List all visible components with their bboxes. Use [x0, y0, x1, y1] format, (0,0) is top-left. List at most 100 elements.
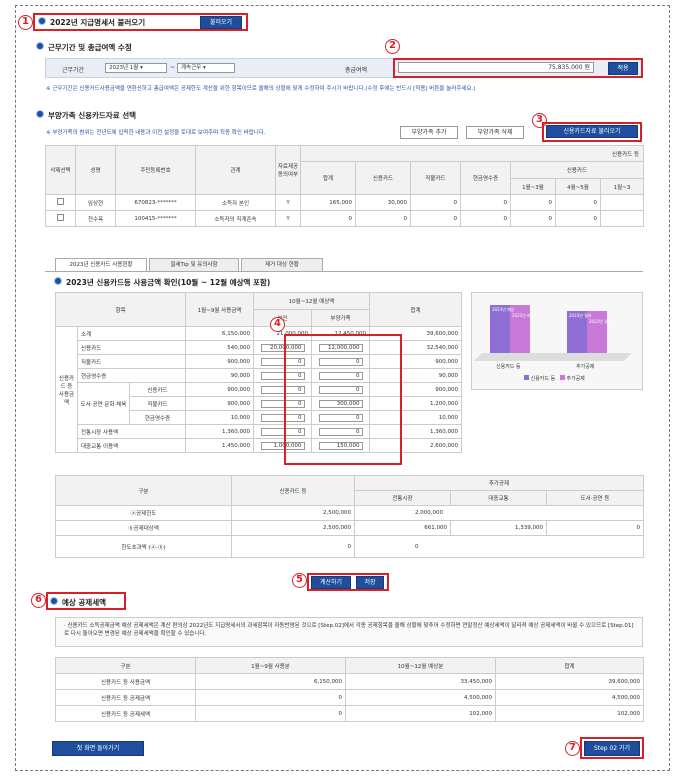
row-label: ⓐ공제한도 [55, 505, 232, 521]
badge-4: 4 [270, 317, 285, 332]
cell-used: 540,000 [185, 340, 255, 355]
cell-transit: 0 [353, 535, 645, 558]
step2-button[interactable]: Step 02 가기 [584, 741, 640, 756]
section-bullet-icon [50, 597, 58, 605]
row-checkbox[interactable] [57, 214, 64, 221]
save-button[interactable]: 저장 [356, 576, 384, 589]
row-checkbox[interactable] [57, 198, 64, 205]
legend-label: 신용카드 등 [530, 376, 556, 382]
row-sublabel: 신용카드 [128, 382, 187, 397]
col-family: 부양가족 [311, 309, 371, 327]
col-credit: 신용카드 등 [231, 475, 355, 506]
calculate-button[interactable]: 계산하기 [311, 576, 351, 589]
chart-legend: 신용카드 등 추가공제 [524, 375, 585, 382]
cell-debit: 0 [410, 210, 461, 227]
cell-transit: 1,339,000 [450, 520, 547, 536]
table-row: 신용카드 등 사용금액 6,150,000 33,450,000 39,600,… [55, 673, 644, 690]
col-id: 주민등록번호 [115, 145, 196, 195]
chart-axis-label: 추가공제 [576, 364, 595, 370]
tab-exclusions[interactable]: 제거 대상 현황 [241, 258, 323, 271]
row-label: 소계 [76, 326, 187, 341]
section-bullet-icon [36, 42, 44, 50]
row-label: 신용카드 등 사용금액 [55, 673, 196, 690]
col-debit: 직불카드 [410, 161, 461, 195]
col-expected: 10월~12월 예상액 [253, 292, 371, 310]
row-label: 신용카드 등 공제세액 [55, 705, 196, 722]
section-bullet-icon [54, 277, 62, 285]
table-row: 신용카드 등 공제금액 0 4,500,000 4,500,000 [55, 689, 644, 706]
apply-button[interactable]: 적용 [608, 62, 638, 75]
table-row: ⓐ공제한도 2,500,000 2,000,000 [55, 505, 645, 521]
salary-label: 총급여액 [345, 67, 368, 74]
col-used: 1월~9월 사용금액 [185, 292, 255, 327]
section-bullet-icon [38, 17, 46, 25]
col-item: 구분 [55, 475, 232, 506]
cell-id: 100415-******* [115, 210, 196, 227]
row-label: ⓑ공제대상액 [55, 520, 232, 536]
cell-book: 0 [545, 520, 645, 536]
cell-credit: 2,500,000 [231, 520, 355, 536]
section-title-usage: 2023년 신용카드등 사용금액 확인(10월 ~ 12월 예상액 포함) [66, 278, 271, 287]
deduction-table: 구분 신용카드 등 추가공제 전통시장 대중교통 도서·공연 등 ⓐ공제한도 2… [55, 475, 645, 558]
dependents-note: ※ 부양가족의 범위는 전년도에 입력한 내용과 이전 설정을 토대로 보여주며… [46, 130, 266, 136]
cell-relation: 소득자 본인 [195, 194, 276, 211]
cell-market: 661,000 [354, 520, 451, 536]
badge-1: 1 [18, 15, 33, 30]
col-transit: 대중교통 [450, 490, 547, 506]
back-to-home-button[interactable]: 첫 화면 돌아가기 [52, 741, 144, 756]
row-label: 신용카드 등 공제금액 [55, 689, 196, 706]
section-title-expected-tax: 예상 공제세액 [62, 598, 107, 607]
col-select: 삭제선택 [45, 145, 76, 195]
col-credit2: 신용카드 [509, 161, 645, 179]
cell-m45: 0 [555, 194, 601, 211]
col-item: 항목 [54, 292, 187, 327]
row-sublabel: 현금영수증 [128, 410, 187, 425]
chart-bar-label: 2022년 예상 [512, 313, 535, 318]
badge-5: 5 [292, 573, 307, 588]
tab-tips[interactable]: 절세Tip 및 유의사항 [149, 258, 239, 271]
cell-used: 0 [195, 705, 346, 722]
add-dependent-button[interactable]: 부양가족 추가 [400, 126, 458, 139]
cell-consent: Y [275, 194, 301, 211]
cell-used: 900,000 [185, 382, 255, 397]
col-m1x: 1월~3 [599, 178, 645, 195]
cell-used: 1,450,000 [185, 438, 255, 453]
end-month-select[interactable]: 계속근무 ▾ [177, 63, 235, 73]
cell-expected: 4,500,000 [345, 689, 496, 706]
salary-input[interactable]: 75,835,000 원 [398, 62, 594, 73]
table-row: 한도초과액 (ⓐ-ⓑ) 0 0 [55, 535, 645, 558]
row-label: 전통시장 사용액 [76, 424, 187, 439]
cell-relation: 소득자의 직계존속 [195, 210, 276, 227]
col-m13: 1월~3월 [510, 178, 556, 195]
section-title-dependents: 부양가족 신용카드자료 선택 [48, 111, 137, 120]
cell-cash: 0 [460, 194, 511, 211]
usage-side-label: 신용카드 등 사용금액 [55, 326, 78, 453]
start-month-value: 2023년 1월 [109, 65, 139, 71]
row-label: 직불카드 [76, 354, 187, 369]
table-row: ⓑ공제대상액 2,500,000 661,000 1,339,000 0 [55, 520, 645, 536]
cell-credit: 30,000 [355, 194, 411, 211]
salary-unit: 원 [584, 64, 590, 71]
section-bullet-icon [36, 110, 44, 118]
table-row: 전수옥 100415-******* 소득자의 직계존속 Y 0 0 0 0 0… [45, 210, 645, 227]
start-month-select[interactable]: 2023년 1월 ▾ [105, 63, 167, 73]
badge-6: 6 [31, 593, 46, 608]
load-card-data-button[interactable]: 신용카드자료 불러오기 [546, 125, 638, 138]
col-relation: 관계 [195, 145, 276, 195]
cell-total: 4,500,000 [495, 689, 644, 706]
tab-usage[interactable]: 2023년 신용카드 사용현황 [55, 258, 147, 272]
row-label-culture: 도서·공연 문화·체육 [77, 382, 130, 425]
col-cash: 현금영수증 [460, 161, 511, 195]
row-label: 현금영수증 [76, 368, 187, 383]
legend-label: 추가공제 [566, 376, 585, 382]
cell-m13: 0 [510, 194, 556, 211]
delete-dependent-button[interactable]: 부양가족 삭제 [466, 126, 524, 139]
cell-used: 90,000 [185, 368, 255, 383]
cell-used: 900,000 [185, 396, 255, 411]
cell-m13: 0 [510, 210, 556, 227]
load-button[interactable]: 불러오기 [200, 16, 242, 29]
col-card-group: 신용카드 등 [299, 145, 645, 162]
cell-credit: 0 [231, 535, 355, 558]
usage-chart: 2023년 예상 2022년 예상 2023년 결과 2022년 결과 신용카드… [471, 292, 643, 390]
end-month-value: 계속근무 [181, 65, 202, 71]
